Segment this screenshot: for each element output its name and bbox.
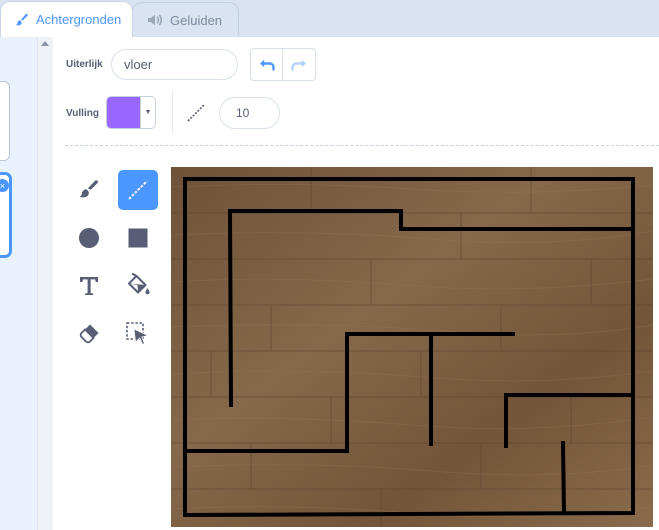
tab-sounds[interactable]: Geluiden	[132, 2, 239, 37]
fill-color-swatch[interactable]	[107, 97, 141, 128]
costume-name-label: Uiterlijk	[66, 59, 103, 70]
tab-backdrops[interactable]: Achtergronden	[0, 1, 133, 37]
brush-icon	[79, 180, 98, 198]
redo-button[interactable]	[283, 49, 315, 80]
select-icon	[126, 322, 150, 345]
scroll-up-icon[interactable]	[41, 41, 49, 46]
tab-bar: Achtergronden Geluiden	[0, 0, 659, 37]
line-icon	[128, 180, 148, 200]
fill-color-picker[interactable]: ▼	[106, 96, 156, 129]
speaker-icon	[147, 13, 163, 27]
redo-icon	[291, 59, 306, 71]
rectangle-icon	[128, 228, 148, 248]
tab-sounds-label: Geluiden	[170, 12, 223, 28]
costume-name-input[interactable]	[111, 49, 238, 80]
line-width-input[interactable]	[219, 97, 280, 129]
undo-button[interactable]	[251, 49, 284, 80]
undo-redo-group	[250, 48, 316, 81]
fill-label: Vulling	[66, 108, 99, 119]
maze-wall-bottom-right	[560, 440, 567, 516]
toolbar-divider	[172, 92, 173, 132]
rectangle-tool[interactable]	[118, 218, 158, 258]
maze-backdrop-image	[171, 167, 653, 527]
dropdown-arrow-icon[interactable]: ▼	[140, 97, 155, 128]
paint-bucket-icon	[128, 273, 150, 295]
tab-backdrops-label: Achtergronden	[36, 12, 122, 27]
text-icon	[80, 277, 98, 295]
circle-icon	[79, 228, 99, 248]
text-tool[interactable]	[69, 266, 109, 306]
line-tool[interactable]	[118, 170, 158, 210]
circle-tool[interactable]	[69, 218, 109, 258]
costume-list: ×	[0, 37, 37, 530]
drawing-canvas[interactable]	[171, 167, 653, 527]
costume-list-scrollbar[interactable]	[37, 37, 53, 530]
line-width-icon	[186, 103, 206, 128]
eraser-tool[interactable]	[69, 314, 109, 354]
paint-editor: Uiterlijk Vulling ▼	[53, 37, 659, 530]
brush-tool[interactable]	[69, 170, 109, 210]
backdrop-thumbnail[interactable]	[0, 81, 10, 161]
paintbrush-icon	[15, 13, 29, 27]
select-tool[interactable]	[118, 314, 158, 354]
eraser-icon	[79, 324, 99, 344]
toolbar-separator	[65, 145, 659, 146]
undo-icon	[259, 59, 275, 71]
fill-tool[interactable]	[118, 266, 158, 306]
